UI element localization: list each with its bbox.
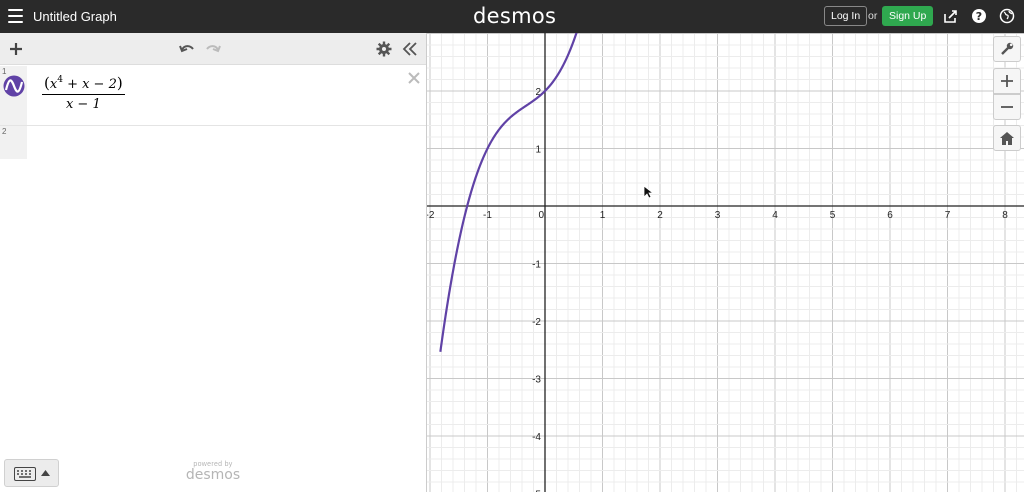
keyboard-icon — [14, 467, 36, 481]
expression-tab[interactable]: 1 — [0, 66, 27, 125]
graph-title[interactable]: Untitled Graph — [33, 9, 117, 24]
x-tick-label: -1 — [483, 210, 492, 221]
expression-denominator: x − 1 — [65, 97, 101, 112]
x-tick-label: 0 — [538, 210, 544, 221]
x-tick-label: 6 — [887, 210, 893, 221]
settings-gear-icon[interactable] — [376, 41, 392, 57]
sign-up-button[interactable]: Sign Up — [882, 6, 934, 26]
function-curve — [439, 33, 578, 352]
y-tick-label: -3 — [532, 375, 541, 386]
add-icon[interactable] — [8, 41, 24, 57]
x-tick-label: -2 — [427, 210, 435, 221]
zoom-out-minus-icon — [1001, 106, 1013, 108]
powered-by-brand: desmos — [185, 467, 241, 483]
expression-panel: 1 (x4 + x − 2) x − 1 2 powered by desmos — [0, 33, 427, 492]
zoom-in-plus-icon — [1001, 75, 1013, 87]
expression-tab[interactable]: 2 — [0, 126, 27, 159]
x-tick-label: 3 — [715, 210, 721, 221]
share-icon[interactable] — [943, 8, 959, 24]
curve-color-icon[interactable] — [3, 75, 25, 97]
graph-canvas[interactable]: -2-101234567812-1-2-3-4-5 — [427, 33, 1024, 492]
keyboard-toggle-button[interactable] — [4, 459, 59, 487]
hamburger-menu-icon[interactable] — [8, 9, 23, 23]
graph-svg[interactable]: -2-101234567812-1-2-3-4-5 — [427, 33, 1024, 492]
globe-icon[interactable] — [999, 8, 1015, 24]
expression-row-1[interactable]: 1 (x4 + x − 2) x − 1 — [0, 66, 426, 126]
expression-toolbar — [0, 33, 426, 65]
x-tick-label: 2 — [657, 210, 663, 221]
svg-text:?: ? — [976, 10, 982, 23]
y-tick-label: -2 — [532, 317, 541, 328]
expression-math[interactable]: (x4 + x − 2) x − 1 — [42, 74, 125, 112]
expression-row-2[interactable]: 2 — [0, 126, 426, 159]
delete-expression-icon[interactable] — [406, 70, 422, 86]
help-icon[interactable]: ? — [971, 8, 987, 24]
collapse-double-chevron-icon[interactable] — [402, 41, 418, 57]
desmos-logo: desmos — [473, 4, 557, 28]
redo-icon[interactable] — [205, 41, 221, 57]
log-in-button[interactable]: Log In — [824, 6, 868, 26]
expression-number: 2 — [2, 127, 7, 136]
x-tick-label: 8 — [1002, 210, 1008, 221]
expression-numerator: (x4 + x − 2) — [42, 74, 125, 95]
y-tick-label: -4 — [532, 432, 541, 443]
wrench-icon — [1001, 42, 1014, 55]
zoom-out-button[interactable] — [993, 94, 1021, 120]
x-tick-label: 4 — [772, 210, 778, 221]
powered-by-desmos: powered by desmos — [180, 461, 246, 483]
mouse-pointer-icon — [643, 185, 653, 199]
home-icon — [1000, 132, 1014, 145]
default-viewport-button[interactable] — [993, 125, 1021, 151]
zoom-in-button[interactable] — [993, 68, 1021, 94]
graph-settings-button[interactable] — [993, 36, 1021, 62]
x-tick-label: 1 — [600, 210, 606, 221]
top-bar: Untitled Graph desmos Log In or Sign Up … — [0, 0, 1024, 33]
y-tick-label: -1 — [532, 260, 541, 271]
or-text: or — [868, 10, 878, 22]
x-tick-label: 5 — [830, 210, 836, 221]
x-tick-label: 7 — [945, 210, 951, 221]
y-tick-label: 1 — [535, 145, 541, 156]
undo-icon[interactable] — [179, 41, 195, 57]
caret-up-icon — [41, 470, 50, 476]
